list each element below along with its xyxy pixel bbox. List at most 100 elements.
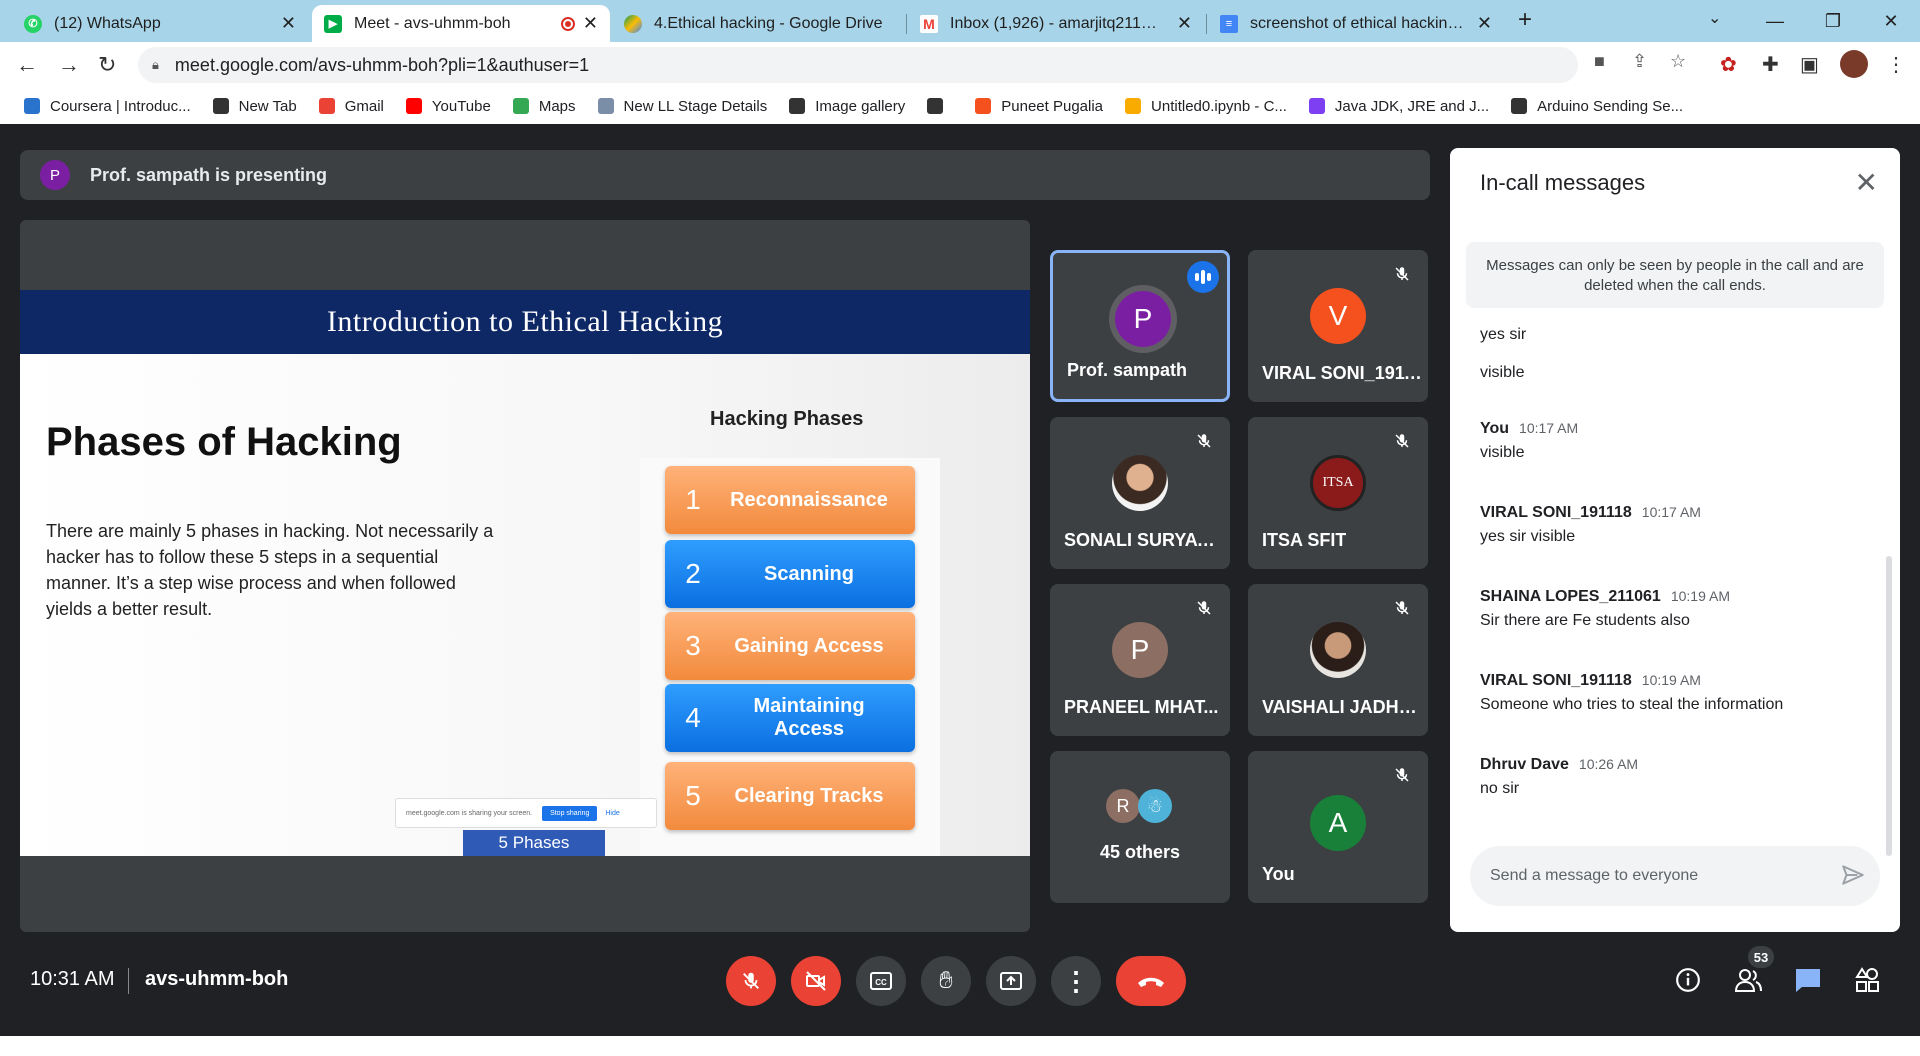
new-tab-icon[interactable]: + — [1518, 6, 1532, 34]
chevron-down-icon[interactable]: ⌄ — [1708, 8, 1721, 28]
message-time: 10:17 AM — [1641, 504, 1701, 520]
message-time: 10:19 AM — [1670, 588, 1730, 604]
raise-hand-button[interactable]: ✋︎ — [921, 956, 971, 1006]
recording-icon — [560, 16, 575, 31]
bookmark-label: Arduino Sending Se... — [1537, 97, 1684, 115]
bookmark-item[interactable] — [927, 98, 953, 114]
participant-tile[interactable]: P Prof. sampath — [1050, 250, 1230, 402]
arduino-icon — [1511, 98, 1528, 114]
close-tab-icon[interactable]: ✕ — [583, 13, 598, 34]
bookmark-item[interactable]: New LL Stage Details — [597, 97, 768, 115]
bookmark-item[interactable]: New Tab — [212, 97, 297, 115]
video-off-icon — [806, 971, 826, 991]
extension-icon[interactable]: ✿ — [1720, 52, 1737, 77]
bookmark-label: Image gallery — [815, 97, 906, 115]
tab-whatsapp[interactable]: ✆ (12) WhatsApp ✕ — [12, 5, 308, 42]
leave-call-button[interactable] — [1116, 956, 1186, 1006]
close-tab-icon[interactable]: ✕ — [281, 13, 296, 34]
forward-icon[interactable]: → — [58, 52, 80, 78]
send-icon[interactable] — [1840, 862, 1866, 893]
present-button[interactable] — [986, 956, 1036, 1006]
stop-sharing-button[interactable]: Stop sharing — [542, 805, 598, 821]
self-tile[interactable]: A You — [1248, 751, 1428, 903]
puzzle-icon[interactable]: ✚ — [1762, 52, 1779, 77]
close-tab-icon[interactable]: ✕ — [1477, 13, 1492, 34]
participant-tile[interactable]: P PRANEEL MHAT... — [1050, 584, 1230, 736]
mic-toggle-button[interactable] — [726, 956, 776, 1006]
bookmark-item[interactable]: Gmail — [318, 98, 384, 115]
meeting-details-button[interactable] — [1668, 960, 1708, 1000]
camera-icon[interactable]: ■ — [1594, 51, 1605, 72]
participant-tile[interactable]: ITSA ITSA SFIT — [1248, 417, 1428, 569]
message-input[interactable]: Send a message to everyone — [1470, 846, 1880, 906]
bookmark-label: New LL Stage Details — [623, 97, 768, 115]
mic-off-icon — [1390, 596, 1414, 620]
activities-button[interactable] — [1848, 960, 1888, 1000]
participant-name: Prof. sampath — [1067, 360, 1188, 380]
tab-gmail[interactable]: M Inbox (1,926) - amarjitq211@stu ✕ — [908, 5, 1204, 42]
clock: 10:31 AM — [30, 968, 115, 990]
meet-icon: ▶ — [324, 14, 342, 33]
bookmark-item[interactable]: Untitled0.ipynb - C... — [1125, 98, 1287, 115]
phase-1: 1 Reconnaissance — [665, 466, 915, 534]
hide-button[interactable]: Hide — [605, 810, 619, 817]
bookmark-item[interactable]: Puneet Pugalia — [975, 98, 1103, 115]
participant-name: VIRAL SONI_1911... — [1262, 363, 1422, 383]
captions-button[interactable]: CC — [856, 956, 906, 1006]
chat-button[interactable] — [1788, 960, 1828, 1000]
chat-scrollbar[interactable] — [1886, 556, 1892, 856]
bookmark-label: New Tab — [238, 97, 297, 115]
bookmark-star-icon[interactable]: ☆ — [1670, 51, 1686, 72]
window-controls: — ❐ ✕ — [1746, 0, 1920, 42]
colab-icon — [1125, 98, 1142, 114]
more-vert-icon[interactable]: ⋮ — [1886, 52, 1906, 77]
tab-docs[interactable]: ≡ screenshot of ethical hacking - G ✕ — [1208, 5, 1504, 42]
mic-off-icon — [1390, 763, 1414, 787]
share-icon[interactable]: ⇪ — [1632, 51, 1647, 72]
camera-toggle-button[interactable] — [791, 956, 841, 1006]
phase-5: 5 Clearing Tracks — [665, 762, 915, 830]
participant-tile[interactable]: V VIRAL SONI_1911... — [1248, 250, 1428, 402]
address-bar[interactable]: 🔒︎ meet.google.com/avs-uhmm-boh?pli=1&au… — [138, 47, 1578, 83]
meeting-code: avs-uhmm-boh — [145, 968, 289, 990]
maps-icon — [512, 98, 529, 114]
self-avatar: A — [1310, 795, 1366, 851]
message-sender: You — [1480, 420, 1510, 437]
minimize-icon[interactable]: — — [1746, 0, 1804, 42]
more-options-button[interactable]: ⋮ — [1051, 956, 1101, 1006]
close-icon[interactable]: ✕ — [1855, 166, 1878, 199]
java-icon — [1308, 98, 1325, 114]
restore-icon[interactable]: ❐ — [1804, 0, 1862, 42]
bookmark-item[interactable]: Maps — [512, 98, 576, 115]
presenting-banner: P Prof. sampath is presenting — [20, 150, 1430, 200]
close-window-icon[interactable]: ✕ — [1862, 0, 1920, 42]
bookmark-label: Puneet Pugalia — [1001, 97, 1104, 115]
slide-header: Introduction to Ethical Hacking — [20, 290, 1030, 354]
bookmark-item[interactable]: Image gallery — [789, 98, 905, 115]
bookmark-label: YouTube — [431, 97, 491, 115]
more-vert-icon: ⋮ — [1063, 965, 1089, 996]
participant-name: SONALI SURYAW... — [1064, 530, 1224, 550]
participant-tile[interactable]: VAISHALI JADHAV — [1248, 584, 1428, 736]
chat-message: VIRAL SONI_191118 10:17 AM yes sir visibl… — [1480, 504, 1870, 546]
tab-drive[interactable]: 4.Ethical hacking - Google Drive — [612, 5, 904, 42]
bookmark-item[interactable]: YouTube — [405, 97, 491, 115]
bookmark-item[interactable]: Coursera | Introduc... — [24, 98, 191, 115]
mic-off-icon — [743, 972, 759, 989]
phase-4: 4 Maintaining Access — [665, 684, 915, 752]
participant-name: You — [1262, 864, 1295, 884]
tab-meet[interactable]: ▶ Meet - avs-uhmm-boh ✕ — [312, 5, 610, 42]
profile-avatar[interactable] — [1840, 50, 1868, 78]
slide-body: There are mainly 5 phases in hacking. No… — [46, 521, 494, 619]
others-tile[interactable]: R ☃ 45 others — [1050, 751, 1230, 903]
side-panel-icon[interactable]: ▣ — [1800, 52, 1819, 77]
bookmark-item[interactable]: Arduino Sending Se... — [1511, 98, 1683, 115]
bookmark-item[interactable]: Java JDK, JRE and J... — [1308, 98, 1489, 115]
url-text: meet.google.com/avs-uhmm-boh?pli=1&authu… — [174, 54, 590, 75]
back-icon[interactable]: ← — [16, 52, 38, 78]
close-tab-icon[interactable]: ✕ — [1177, 13, 1192, 34]
reload-icon[interactable]: ↻ — [98, 52, 116, 78]
participant-tile[interactable]: SONALI SURYAW... — [1050, 417, 1230, 569]
message-sender: VIRAL SONI_191118 — [1480, 672, 1632, 689]
phase-2: 2 Scanning — [665, 540, 915, 608]
